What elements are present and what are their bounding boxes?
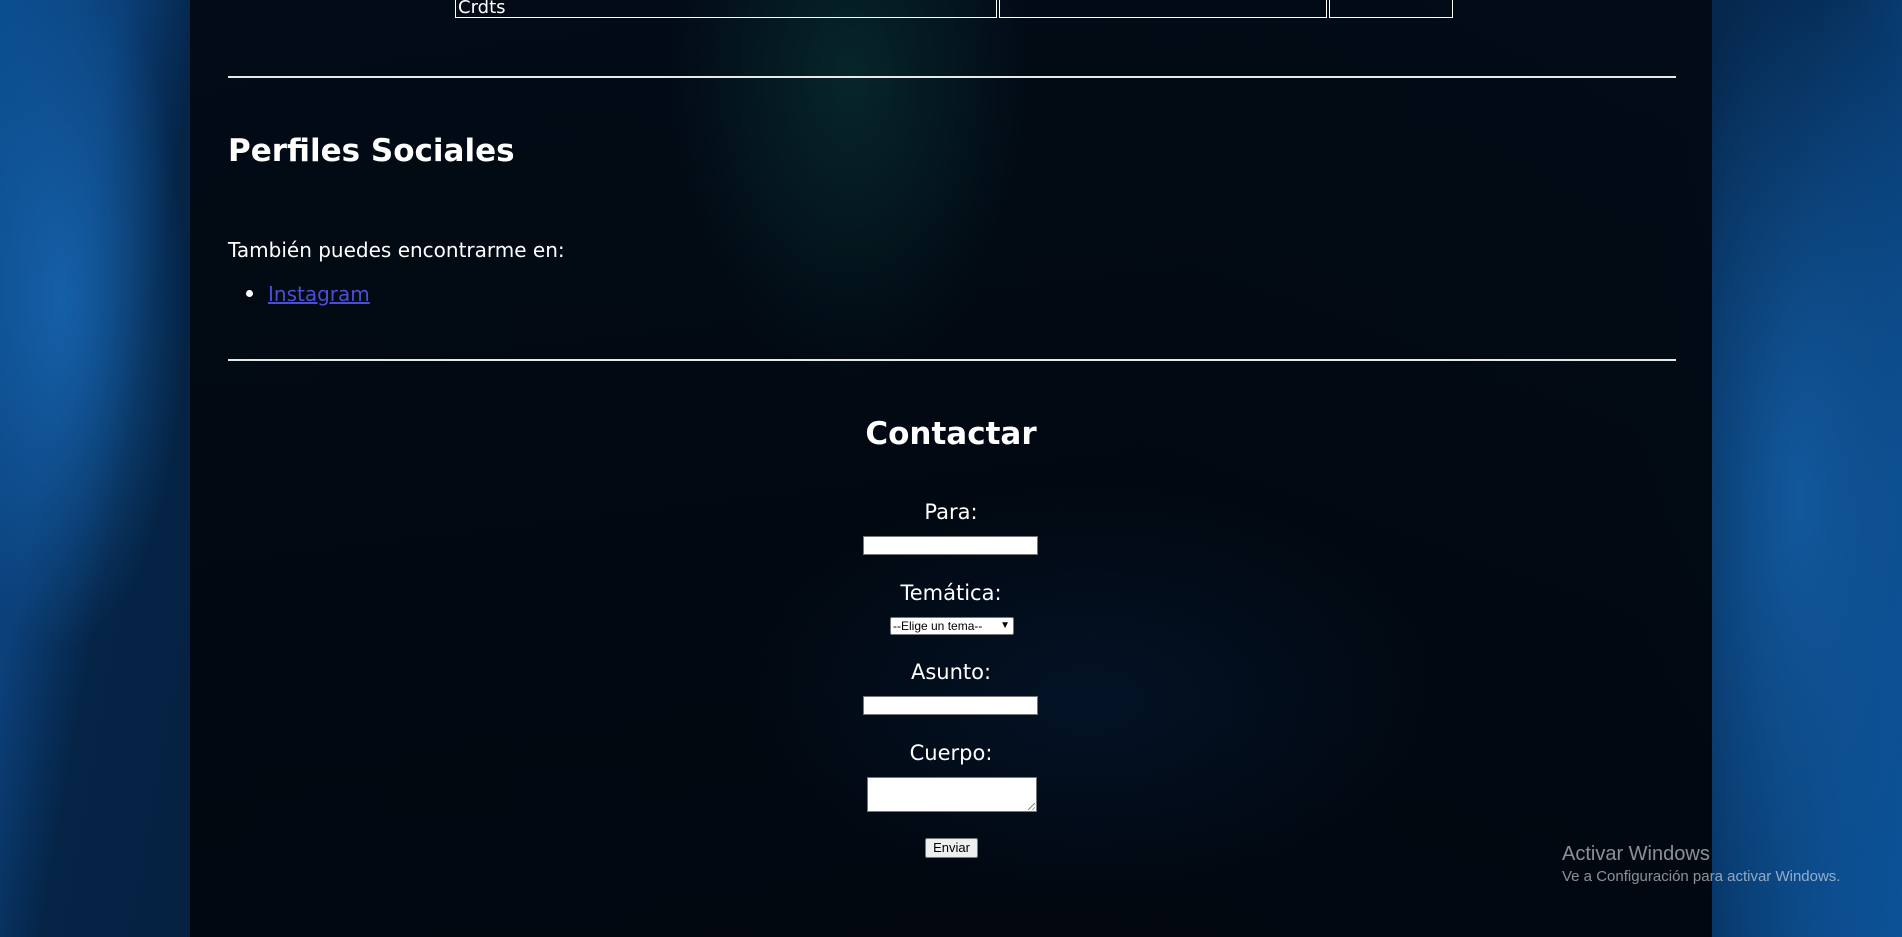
table-cell — [999, 0, 1327, 18]
section-divider — [228, 76, 1676, 78]
to-label: Para: — [924, 500, 978, 524]
bullet-icon — [246, 290, 253, 297]
instagram-link[interactable]: Instagram — [268, 282, 370, 306]
contact-heading: Contactar — [865, 416, 1037, 452]
submit-button[interactable]: Enviar — [925, 838, 978, 858]
social-heading: Perfiles Sociales — [228, 133, 515, 169]
topic-select[interactable]: --Elige un tema-- ▼ — [890, 617, 1014, 635]
subject-label: Asunto: — [910, 660, 992, 684]
cut-off-link[interactable] — [268, 930, 308, 937]
activation-watermark-subtitle: Ve a Configuración para activar Windows. — [1562, 868, 1841, 885]
to-input[interactable] — [863, 536, 1038, 555]
table-cell — [1329, 0, 1453, 18]
section-divider — [228, 359, 1676, 361]
table-row: Crdts — [455, 0, 1453, 18]
subject-input[interactable] — [863, 696, 1038, 715]
chevron-down-icon: ▼ — [1000, 620, 1010, 631]
data-table: Crdts — [453, 0, 1455, 20]
topic-selected-value: --Elige un tema-- — [893, 619, 983, 633]
social-intro: También puedes encontrarme en: — [228, 238, 565, 262]
body-textarea[interactable] — [867, 777, 1037, 812]
body-label: Cuerpo: — [909, 741, 993, 765]
table-cell: Crdts — [455, 0, 997, 18]
activation-watermark-title: Activar Windows — [1562, 843, 1710, 865]
topic-label: Temática: — [900, 581, 1002, 605]
resize-grip-icon[interactable] — [1028, 803, 1035, 810]
